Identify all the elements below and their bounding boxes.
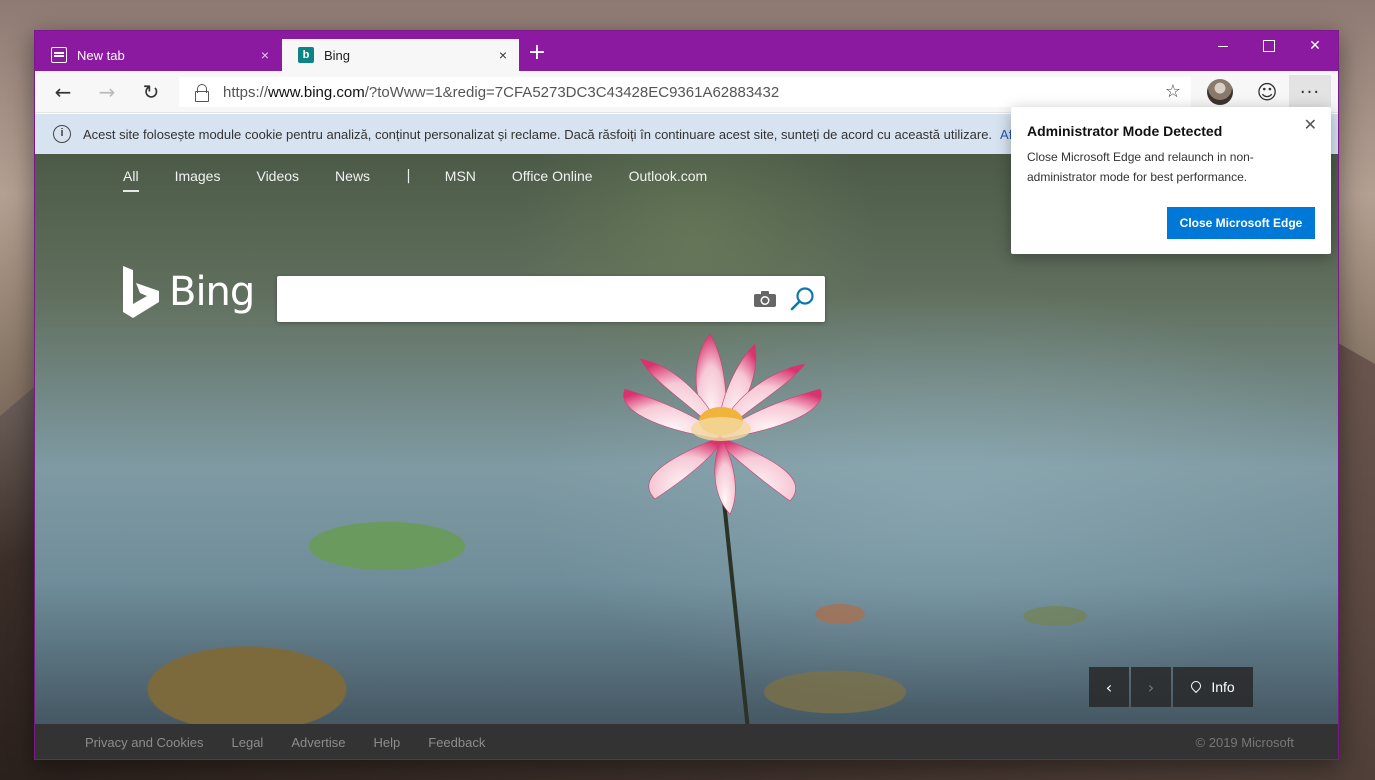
bing-favicon-icon: b bbox=[298, 47, 314, 63]
url-text[interactable]: https://www.bing.com/?toWww=1&redig=7CFA… bbox=[223, 84, 779, 101]
tab-title: New tab bbox=[77, 47, 125, 63]
bing-logo[interactable]: Bing bbox=[123, 266, 255, 318]
close-window-button[interactable]: ✕ bbox=[1292, 31, 1338, 61]
settings-more-button[interactable]: ··· bbox=[1289, 75, 1331, 109]
previous-image-button[interactable]: ‹ bbox=[1089, 667, 1129, 707]
minimize-button[interactable] bbox=[1200, 31, 1246, 61]
bing-logo-icon bbox=[123, 266, 159, 318]
title-bar: New tab × b Bing × + ✕ bbox=[35, 31, 1338, 71]
maximize-button[interactable] bbox=[1246, 31, 1292, 61]
favorite-star-icon[interactable]: ☆ bbox=[1165, 81, 1181, 102]
browser-window: New tab × b Bing × + ✕ ← → ↻ https://www… bbox=[34, 30, 1339, 760]
cookie-banner-text: Acest site folosește module cookie pentr… bbox=[83, 126, 993, 142]
search-icon[interactable] bbox=[789, 286, 815, 312]
bing-navigation: All Images Videos News | MSN Office Onli… bbox=[123, 168, 743, 192]
forward-button[interactable]: → bbox=[93, 79, 121, 105]
image-navigation: ‹ › Info bbox=[1089, 667, 1253, 707]
lotus-flower bbox=[623, 333, 822, 515]
lock-icon[interactable] bbox=[195, 84, 209, 102]
bing-nav-images[interactable]: Images bbox=[175, 168, 221, 184]
bing-nav-videos[interactable]: Videos bbox=[256, 168, 299, 184]
bing-nav-all[interactable]: All bbox=[123, 168, 139, 192]
info-icon: i bbox=[53, 125, 71, 143]
popup-message: Close Microsoft Edge and relaunch in non… bbox=[1027, 150, 1254, 184]
bing-nav-office-online[interactable]: Office Online bbox=[512, 168, 593, 184]
admin-mode-popup: Administrator Mode Detected Close Micros… bbox=[1011, 107, 1331, 254]
footer-link-legal[interactable]: Legal bbox=[232, 735, 264, 750]
refresh-button[interactable]: ↻ bbox=[137, 79, 165, 105]
footer-copyright: © 2019 Microsoft bbox=[1195, 735, 1294, 750]
camera-visual-search-icon[interactable] bbox=[753, 290, 777, 308]
tab-new-tab[interactable]: New tab × bbox=[35, 39, 281, 71]
bing-nav-news[interactable]: News bbox=[335, 168, 370, 184]
bing-nav-separator: | bbox=[406, 168, 411, 184]
search-input[interactable] bbox=[291, 286, 731, 312]
window-controls: ✕ bbox=[1200, 31, 1338, 63]
bing-nav-msn[interactable]: MSN bbox=[445, 168, 476, 184]
image-info-button[interactable]: Info bbox=[1173, 667, 1253, 707]
footer-link-feedback[interactable]: Feedback bbox=[428, 735, 485, 750]
location-pin-icon bbox=[1191, 681, 1201, 693]
footer-link-help[interactable]: Help bbox=[374, 735, 401, 750]
bing-nav-outlook[interactable]: Outlook.com bbox=[629, 168, 708, 184]
popup-title: Administrator Mode Detected bbox=[1027, 123, 1223, 139]
popup-close-icon[interactable]: ✕ bbox=[1304, 115, 1317, 134]
tab-close-icon[interactable]: × bbox=[261, 47, 269, 63]
bing-logo-text: Bing bbox=[169, 269, 255, 315]
address-bar[interactable]: https://www.bing.com/?toWww=1&redig=7CFA… bbox=[179, 77, 1191, 107]
new-tab-page-icon bbox=[51, 47, 67, 63]
next-image-button[interactable]: › bbox=[1131, 667, 1171, 707]
feedback-smiley-icon[interactable]: ☺ bbox=[1255, 80, 1279, 104]
url-scheme: https:// bbox=[223, 83, 269, 101]
close-microsoft-edge-button[interactable]: Close Microsoft Edge bbox=[1167, 207, 1315, 239]
tab-bing[interactable]: b Bing × bbox=[282, 39, 519, 71]
tab-close-icon[interactable]: × bbox=[499, 47, 507, 63]
page-footer: Privacy and Cookies Legal Advertise Help… bbox=[35, 724, 1338, 759]
footer-link-privacy[interactable]: Privacy and Cookies bbox=[85, 735, 204, 750]
search-box bbox=[277, 276, 825, 322]
new-tab-button[interactable]: + bbox=[527, 42, 547, 64]
url-path: /?toWww=1&redig=7CFA5273DC3C43428EC9361A… bbox=[364, 83, 780, 101]
profile-avatar[interactable] bbox=[1207, 79, 1233, 105]
url-host: www.bing.com bbox=[268, 83, 365, 101]
back-button[interactable]: ← bbox=[49, 79, 77, 105]
image-info-label: Info bbox=[1211, 679, 1235, 695]
tab-title: Bing bbox=[324, 47, 351, 63]
footer-link-advertise[interactable]: Advertise bbox=[291, 735, 345, 750]
